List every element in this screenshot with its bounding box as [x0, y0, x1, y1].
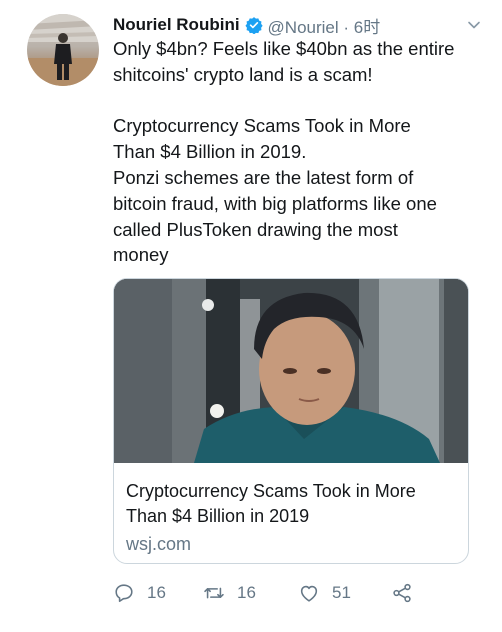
card-image: [114, 279, 468, 463]
share-icon: [393, 583, 411, 603]
next-item-edge: [0, 622, 502, 632]
author-name[interactable]: Nouriel Roubini: [113, 15, 240, 35]
tweet-quoted-headline: Cryptocurrency Scams Took in More Than $…: [113, 115, 437, 266]
tweet-header: Nouriel Roubini @Nouriel · 6时: [113, 12, 482, 38]
card-domain: wsj.com: [126, 534, 192, 554]
reply-button[interactable]: 16: [113, 578, 166, 608]
avatar[interactable]: [27, 14, 99, 86]
tweet[interactable]: Nouriel Roubini @Nouriel · 6时 Only $4bn?…: [0, 0, 502, 632]
retweet-button[interactable]: 16: [203, 578, 256, 608]
link-card[interactable]: Cryptocurrency Scams Took in More Than $…: [113, 278, 469, 564]
heart-icon: [300, 585, 318, 602]
card-body: Cryptocurrency Scams Took in More Than $…: [114, 463, 468, 556]
card-title: Cryptocurrency Scams Took in More Than $…: [126, 481, 416, 526]
chevron-down-icon[interactable]: [466, 17, 482, 33]
retweet-count: 16: [237, 583, 256, 602]
reply-icon: [115, 584, 133, 603]
retweet-icon: [204, 587, 224, 599]
action-bar: 16 16 51: [113, 578, 473, 608]
like-button[interactable]: 51: [298, 578, 351, 608]
share-button[interactable]: [391, 578, 425, 608]
tweet-text: Only $4bn? Feels like $40bn as the entir…: [113, 36, 483, 268]
tweet-comment: Only $4bn? Feels like $40bn as the entir…: [113, 38, 455, 85]
handle-and-time[interactable]: @Nouriel · 6时: [268, 13, 381, 38]
verified-badge-icon: [244, 16, 263, 35]
reply-count: 16: [147, 583, 166, 602]
avatar-photo: [27, 14, 99, 86]
like-count: 51: [332, 583, 351, 602]
